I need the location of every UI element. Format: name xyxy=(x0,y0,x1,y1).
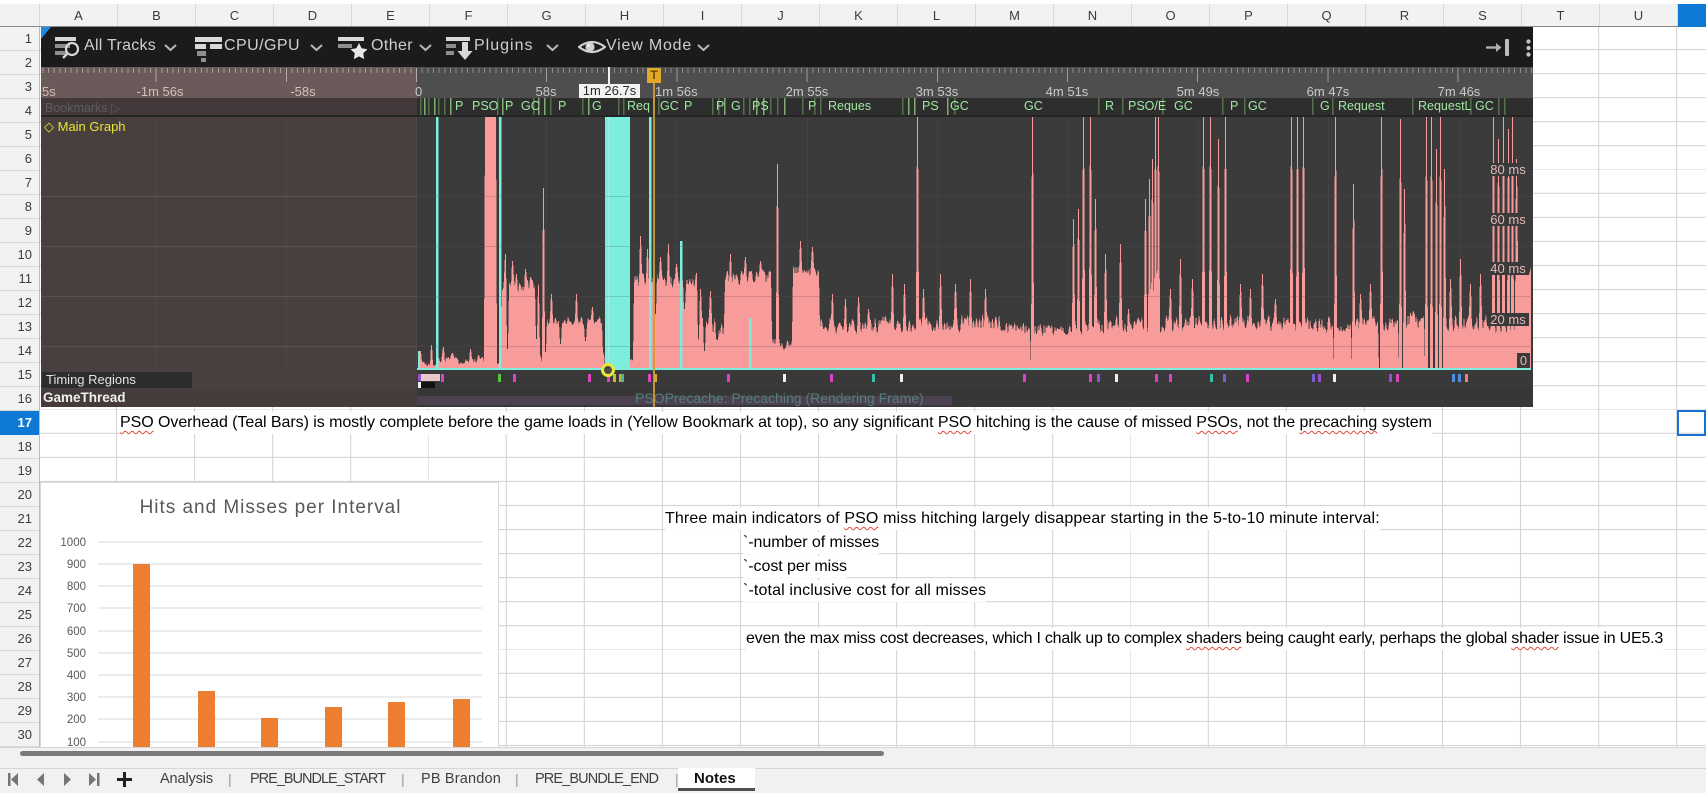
svg-text:700: 700 xyxy=(67,603,86,615)
svg-text:600: 600 xyxy=(67,626,86,638)
svg-text:900: 900 xyxy=(67,559,86,571)
svg-text:300: 300 xyxy=(67,692,86,704)
svg-text:500: 500 xyxy=(67,648,86,660)
svg-text:800: 800 xyxy=(67,581,86,593)
svg-text:200: 200 xyxy=(67,714,86,726)
svg-text:400: 400 xyxy=(67,670,86,682)
svg-text:100: 100 xyxy=(67,737,86,747)
svg-text:1000: 1000 xyxy=(60,537,86,549)
